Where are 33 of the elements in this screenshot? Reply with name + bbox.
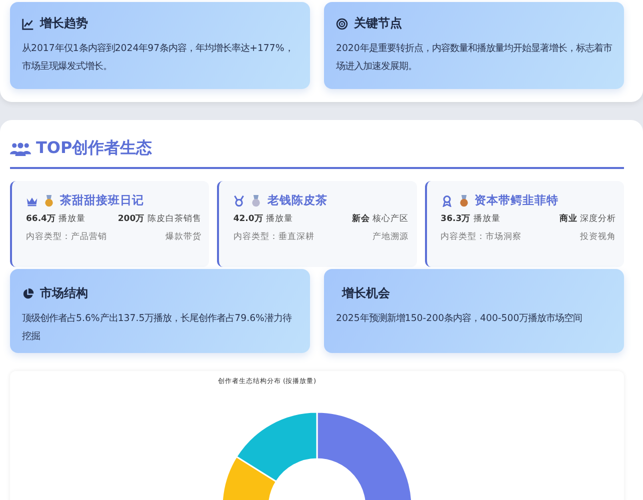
- card-text: 2025年预测新增150-200条内容，400-500万播放市场空间: [336, 312, 584, 326]
- line-chart-icon: [22, 18, 34, 30]
- award-icon: [440, 194, 453, 206]
- medal-icon: [233, 194, 246, 206]
- medal-icon: [458, 194, 470, 206]
- content-type: 内容类型：垂直深耕: [233, 231, 314, 243]
- content-type: 内容类型：产品营销: [26, 231, 107, 243]
- creator-tag: 爆款带货: [165, 231, 202, 243]
- creator-stat: 新会 核心产区: [352, 213, 409, 225]
- play-count: 42.0万 播放量: [233, 213, 294, 225]
- users-icon: [10, 142, 31, 156]
- target-icon: [336, 18, 348, 30]
- creator-name[interactable]: 茶甜甜接班日记: [60, 193, 144, 208]
- creator-tag: 投资视角: [580, 231, 616, 243]
- creator-name[interactable]: 老钱陈皮茶: [267, 193, 328, 208]
- card-text: 从2017年仅1条内容到2024年97条内容，年均增长率达+177%，市场呈现爆发式增长。: [22, 42, 294, 74]
- medal-icon: [250, 194, 262, 206]
- pie-chart-icon: [22, 288, 34, 300]
- play-count: 66.4万 播放量: [26, 213, 86, 225]
- card-title: 市场结构: [40, 285, 88, 302]
- creator-stat: 200万 陈皮白茶销售: [118, 213, 202, 225]
- content-type: 内容类型：市场洞察: [440, 231, 522, 243]
- medal-icon: [43, 194, 55, 206]
- creator-tag: 产地溯源: [372, 231, 409, 243]
- card-title: 增长趋势: [40, 15, 88, 32]
- play-count: 36.3万 播放量: [440, 213, 500, 225]
- creator-name[interactable]: 资本带鳄韭菲特: [474, 193, 559, 208]
- card-text: 2020年是重要转折点，内容数量和播放量均开始显著增长，标志着市场进入加速发展期。: [336, 42, 612, 74]
- creator-stat: 商业 深度分析: [559, 213, 616, 225]
- card-text: 顶级创作者占5.6%产出137.5万播放，长尾创作者占79.6%潜力待挖掘: [22, 312, 293, 344]
- card-title: 关键节点: [354, 15, 402, 32]
- section-title: TOP创作者生态: [36, 138, 152, 159]
- card-title: 增长机会: [340, 285, 390, 302]
